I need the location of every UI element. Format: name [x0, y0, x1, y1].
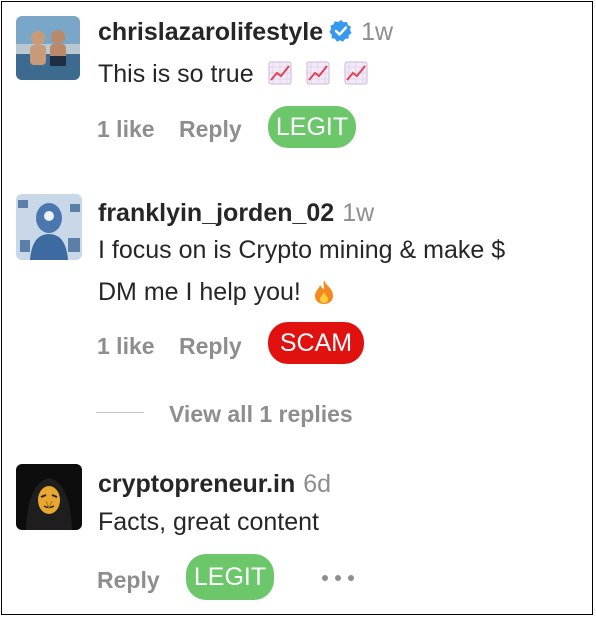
more-options-icon[interactable]	[320, 570, 356, 588]
fire-icon	[313, 277, 335, 317]
comment-username[interactable]: chrislazarolifestyle 1w	[98, 18, 393, 47]
avatar[interactable]	[16, 464, 82, 530]
chart-increasing-icon	[306, 57, 330, 85]
view-replies-button[interactable]: View all 1 replies	[169, 401, 353, 428]
reply-button[interactable]: Reply	[97, 567, 160, 594]
comment-time: 1w	[361, 18, 394, 46]
chart-increasing-icon	[268, 57, 292, 85]
scam-badge: SCAM	[268, 322, 364, 364]
comment-text: DM me I help you!	[98, 272, 335, 317]
comment-text: This is so true	[98, 54, 368, 94]
comment-time: 6d	[303, 470, 332, 498]
legit-badge: LEGIT	[268, 106, 356, 148]
comment-username[interactable]: cryptopreneur.in 6d	[98, 470, 331, 499]
replies-divider	[96, 412, 144, 413]
avatar[interactable]	[16, 194, 82, 260]
comments-panel: chrislazarolifestyle 1w This is so true …	[1, 1, 593, 615]
chart-increasing-icon	[344, 57, 368, 85]
like-count[interactable]: 1 like	[97, 116, 155, 143]
avatar[interactable]	[16, 16, 80, 80]
like-count[interactable]: 1 like	[97, 333, 155, 360]
comment-text: I focus on is Crypto mining & make $	[98, 236, 506, 264]
verified-badge-icon	[329, 20, 352, 42]
comment-username[interactable]: franklyin_jorden_02 1w	[98, 199, 374, 228]
legit-badge: LEGIT	[186, 554, 274, 600]
reply-button[interactable]: Reply	[179, 116, 242, 143]
comment-time: 1w	[342, 199, 375, 227]
comment-text: Facts, great content	[98, 508, 319, 536]
reply-button[interactable]: Reply	[179, 333, 242, 360]
